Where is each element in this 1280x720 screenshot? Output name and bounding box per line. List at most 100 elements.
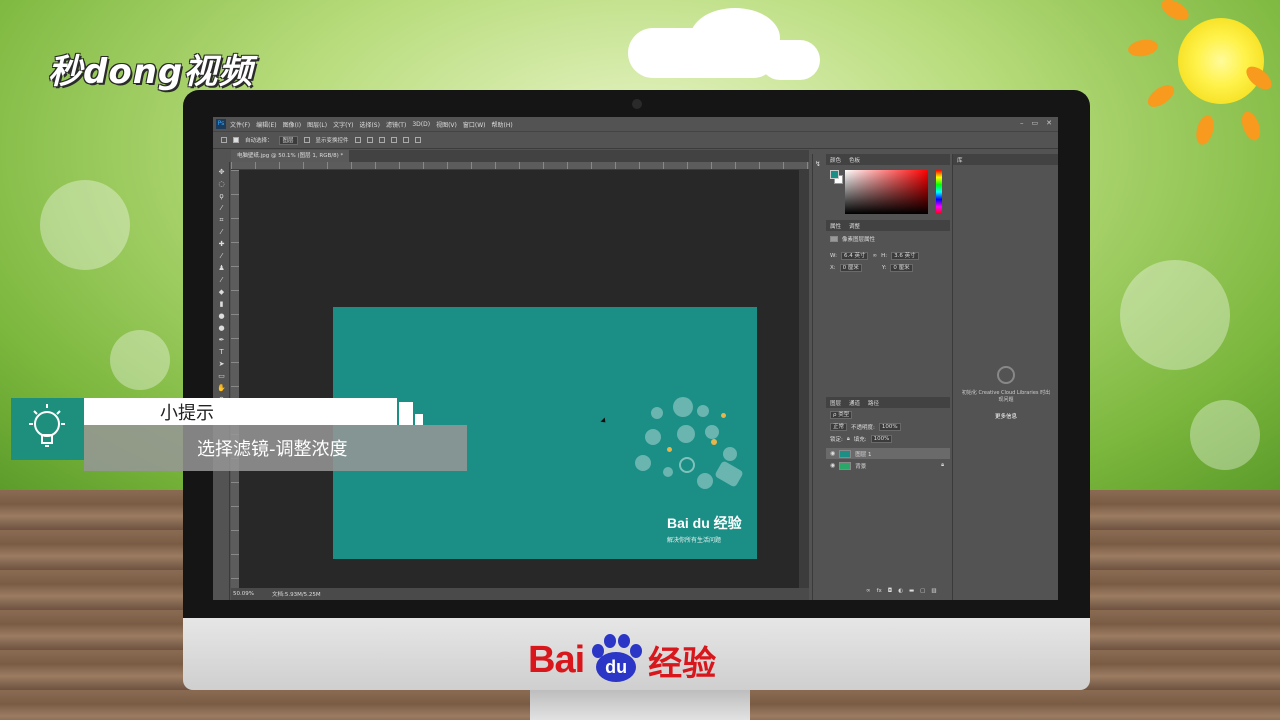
bokeh-light (1190, 400, 1260, 470)
menu-window[interactable]: 窗口(W) (463, 120, 486, 129)
y-field[interactable]: 0 厘米 (890, 264, 913, 272)
align-icon[interactable] (366, 137, 373, 143)
hand-tool-icon[interactable]: ✋ (217, 384, 226, 392)
type-tool-icon[interactable]: T (217, 348, 226, 356)
stamp-tool-icon[interactable]: ♟ (217, 264, 226, 272)
bulb-bubble (663, 467, 673, 477)
bulb-bubble (677, 425, 695, 443)
bulb-bubble (645, 429, 661, 445)
gradient-tool-icon[interactable]: ▮ (217, 300, 226, 308)
menu-edit[interactable]: 编辑(E) (256, 120, 276, 129)
crop-tool-icon[interactable]: ⌗ (217, 216, 226, 224)
menu-help[interactable]: 帮助(H) (492, 120, 513, 129)
3d-mode-icon[interactable] (414, 137, 421, 143)
opacity-field[interactable]: 100% (878, 423, 901, 431)
photoshop-app-icon[interactable]: Ps (216, 119, 226, 129)
menu-file[interactable]: 文件(F) (230, 120, 250, 129)
bulb-bubble (705, 425, 719, 439)
eraser-tool-icon[interactable]: ◆ (217, 288, 226, 296)
path-select-tool-icon[interactable]: ➤ (217, 360, 226, 368)
tab-paths[interactable]: 路径 (868, 399, 879, 407)
maximize-button[interactable]: ▭ (1032, 119, 1039, 127)
lasso-tool-icon[interactable]: ϙ (217, 192, 226, 200)
tab-layers[interactable]: 图层 (830, 399, 841, 407)
properties-panel-header: 属性 调整 (826, 220, 950, 231)
tab-channels[interactable]: 通道 (849, 399, 860, 407)
quick-select-tool-icon[interactable]: ⁄ (217, 204, 226, 212)
fill-field[interactable]: 100% (870, 435, 893, 443)
close-button[interactable]: ✕ (1046, 119, 1052, 127)
layers-panel-header: 图层 通道 路径 (826, 397, 950, 408)
tip-title-bar (84, 398, 397, 425)
link-icon[interactable]: ∞ (872, 253, 877, 259)
canvas-area[interactable]: Bai du 经验 解决你所有生活问题 (239, 170, 799, 588)
distribute-icon[interactable] (390, 137, 397, 143)
auto-select-dropdown[interactable]: 图层 (278, 135, 298, 145)
history-icon[interactable]: ↯ (815, 160, 821, 168)
color-picker-field[interactable] (845, 170, 928, 214)
x-field[interactable]: 0 厘米 (839, 264, 862, 272)
menu-type[interactable]: 文字(Y) (333, 120, 353, 129)
baidu-tagline: 解决你所有生活问题 (667, 537, 722, 544)
mask-icon[interactable]: ◘ (888, 588, 892, 594)
layer-name[interactable]: 图层 1 (855, 450, 871, 458)
tab-swatches[interactable]: 色板 (849, 156, 860, 164)
blur-tool-icon[interactable]: ● (217, 312, 226, 320)
menu-bar: Ps 文件(F) 编辑(E) 图像(I) 图层(L) 文字(Y) 选择(S) 滤… (213, 117, 1058, 131)
menu-view[interactable]: 视图(V) (436, 120, 457, 129)
healing-tool-icon[interactable]: ✚ (217, 240, 226, 248)
link-layers-icon[interactable]: ∞ (866, 588, 871, 594)
menu-filter[interactable]: 滤镜(T) (386, 120, 406, 129)
document-tab[interactable]: 电脑壁纸.jpg @ 50.1% (图层 1, RGB/8) * (231, 150, 350, 162)
foreground-color-swatch[interactable] (830, 170, 839, 179)
hue-slider[interactable] (936, 170, 942, 214)
auto-select-checkbox[interactable] (233, 137, 239, 143)
new-layer-icon[interactable]: ▢ (920, 588, 925, 594)
move-tool-icon[interactable]: ✥ (217, 168, 226, 176)
move-tool-icon[interactable] (221, 137, 227, 143)
dodge-tool-icon[interactable]: ● (217, 324, 226, 332)
visibility-eye-icon[interactable]: ◉ (830, 462, 835, 469)
bulb-bubble (723, 447, 737, 461)
marquee-tool-icon[interactable]: ◌ (217, 180, 226, 188)
trash-icon[interactable]: ▥ (931, 588, 936, 594)
shape-tool-icon[interactable]: ▭ (217, 372, 226, 380)
history-brush-tool-icon[interactable]: ⁄ (217, 276, 226, 284)
y-label: Y: (881, 265, 887, 271)
vertical-scrollbar[interactable] (799, 170, 809, 588)
distribute-icon[interactable] (402, 137, 409, 143)
tab-properties[interactable]: 属性 (830, 222, 841, 230)
more-info-link[interactable]: 更多信息 (961, 412, 1051, 420)
adjustment-icon[interactable]: ◐ (898, 588, 903, 594)
document-size: 文档:5.93M/5.25M (271, 592, 321, 598)
size-row: W: 6.4 英寸 ∞ H: 3.6 英寸 (830, 252, 919, 260)
fx-icon[interactable]: fx (877, 588, 882, 594)
zoom-level[interactable]: 50.09% (233, 591, 254, 597)
minimize-button[interactable]: – (1020, 119, 1024, 127)
pen-tool-icon[interactable]: ✒ (217, 336, 226, 344)
lock-icon[interactable]: 🔒︎ (847, 436, 850, 443)
layer-filter-dropdown[interactable]: ρ 类型 (830, 411, 853, 419)
folder-icon[interactable]: ▬ (909, 588, 914, 594)
blend-mode-dropdown[interactable]: 正常 (830, 423, 848, 431)
layer-row[interactable]: ◉ 背景 🔒︎ (826, 460, 950, 471)
width-label: W: (830, 253, 837, 259)
layer-thumbnail (839, 461, 852, 470)
layer-row[interactable]: ◉ 图层 1 (826, 448, 950, 459)
width-field[interactable]: 6.4 英寸 (840, 252, 869, 260)
show-transform-checkbox[interactable] (303, 137, 310, 143)
menu-image[interactable]: 图像(I) (283, 120, 301, 129)
tab-adjustments[interactable]: 调整 (849, 222, 860, 230)
brush-tool-icon[interactable]: ⁄ (217, 252, 226, 260)
layer-name[interactable]: 背景 (855, 462, 866, 470)
menu-select[interactable]: 选择(S) (359, 120, 380, 129)
menu-3d[interactable]: 3D(D) (412, 121, 430, 128)
height-field[interactable]: 3.6 英寸 (891, 252, 919, 260)
menu-layer[interactable]: 图层(L) (307, 120, 327, 129)
tab-libraries[interactable]: 库 (957, 156, 963, 164)
tab-color[interactable]: 颜色 (830, 156, 841, 164)
align-icon[interactable] (378, 137, 385, 143)
visibility-eye-icon[interactable]: ◉ (830, 450, 835, 457)
eyedropper-tool-icon[interactable]: ⁄ (217, 228, 226, 236)
align-icon[interactable] (354, 137, 361, 143)
